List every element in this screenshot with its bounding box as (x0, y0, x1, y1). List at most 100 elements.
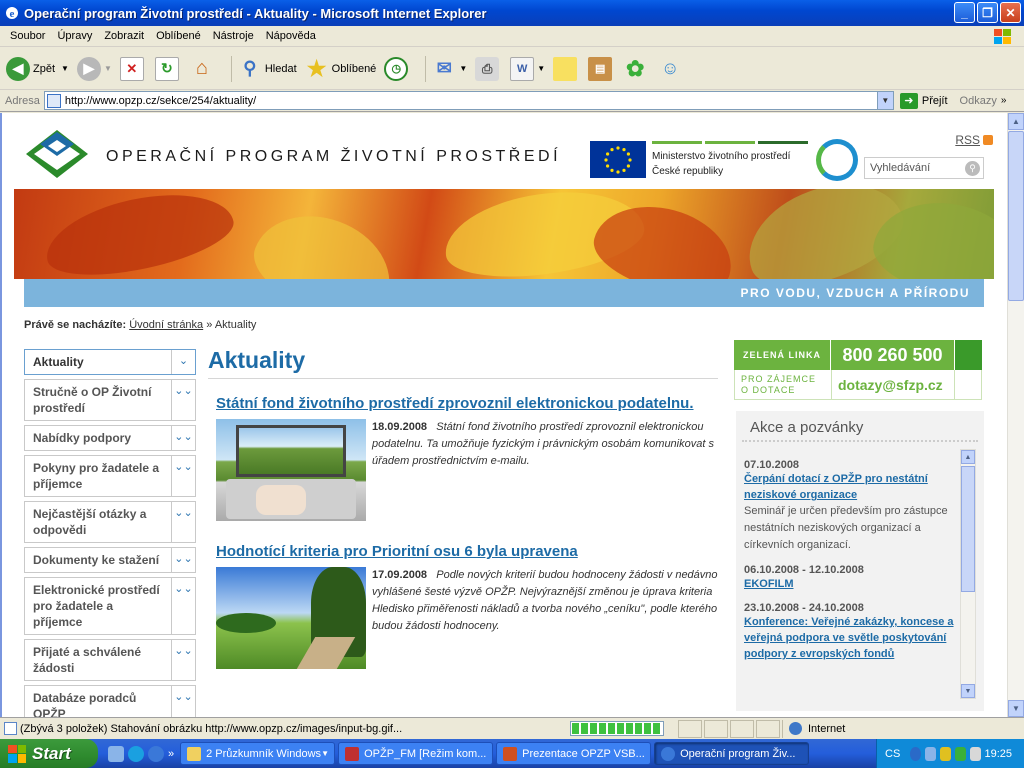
task-label: Operační program Živ... (680, 747, 796, 760)
ie-icon[interactable] (148, 745, 164, 762)
event-date: 07.10.2008 (744, 459, 800, 471)
event-title-link[interactable]: EKOFILM (744, 576, 956, 592)
nav-item-elektronicke[interactable]: Elektronické prostředí pro žadatele a př… (24, 577, 196, 635)
menu-file[interactable]: Soubor (4, 30, 51, 42)
hotline-label: ZELENÁ LINKA (734, 340, 830, 370)
menu-edit[interactable]: Úpravy (51, 30, 98, 42)
events-scrollbar[interactable]: ▲ ▼ (960, 449, 976, 699)
start-button[interactable]: Start (0, 739, 98, 768)
site-search-input[interactable]: Vyhledávání ⚲ (864, 157, 984, 179)
event-title-link[interactable]: Čerpání dotací z OPŽP pro nestátní nezis… (744, 471, 956, 503)
nav-item-nabidky[interactable]: Nabídky podpory ⌄⌄ (24, 425, 196, 451)
taskbar-item-opzp-fm[interactable]: OPŽP_FM [Režim kom... (338, 742, 494, 765)
favorites-label: Oblíbené (331, 62, 377, 75)
globe-icon (789, 722, 802, 735)
slogan-bar: PRO VODU, VZDUCH A PŘÍRODU (24, 279, 984, 307)
stop-button[interactable]: ✕ (119, 56, 147, 81)
taskbar-item-presentation[interactable]: Prezentace OPZP VSB... (496, 742, 652, 765)
page-icon (4, 722, 17, 735)
forward-button[interactable]: ▶ ▼ (76, 56, 112, 81)
messenger-button[interactable]: ☺ (658, 57, 685, 81)
hotline-for-line2: O DOTACE (741, 385, 796, 395)
chevrons-icon[interactable]: » (1001, 95, 1007, 106)
icq-button[interactable]: ✿ (623, 56, 650, 81)
tray-arrow-icon[interactable] (910, 746, 922, 761)
hotline-for: PRO ZÁJEMCE O DOTACE (735, 370, 831, 399)
nav-item-dokumenty[interactable]: Dokumenty ke stažení ⌄⌄ (24, 547, 196, 573)
back-button[interactable]: ◀ Zpět ▼ (6, 56, 69, 81)
status-bar: (Zbývá 3 položek) Stahování obrázku http… (0, 717, 1024, 739)
news-title-link[interactable]: Státní fond životního prostředí zprovozn… (216, 393, 718, 415)
scroll-down-icon[interactable]: ▼ (961, 684, 975, 698)
scroll-thumb[interactable] (961, 466, 975, 592)
nav-item-pokyny[interactable]: Pokyny pro žadatele a příjemce ⌄⌄ (24, 455, 196, 497)
nav-item-label: Pokyny pro žadatele a příjemce (33, 461, 160, 491)
network-icon[interactable] (925, 746, 936, 761)
scroll-down-icon[interactable]: ▼ (1008, 700, 1024, 717)
menu-bar: Soubor Úpravy Zobrazit Oblíbené Nástroje… (0, 26, 1024, 47)
scroll-up-icon[interactable]: ▲ (1008, 113, 1024, 130)
antivirus-icon[interactable] (939, 746, 951, 761)
chevron-down-icon: ▼ (103, 64, 112, 73)
word-icon: W (510, 56, 535, 81)
page-scrollbar[interactable]: ▲ ▼ (1007, 113, 1024, 717)
nav-item-label: Elektronické prostředí pro žadatele a př… (33, 583, 160, 629)
address-input[interactable]: http://www.opzp.cz/sekce/254/aktuality/ … (43, 91, 894, 110)
print-button[interactable]: ⎙ (475, 56, 502, 81)
favorites-button[interactable]: ★ Oblíbené (305, 56, 377, 81)
volume-icon[interactable] (969, 746, 981, 761)
laptop-cows-image[interactable] (216, 419, 366, 521)
desktop-icon[interactable] (108, 745, 124, 762)
scroll-up-icon[interactable]: ▲ (961, 450, 975, 464)
svg-text:e: e (10, 8, 15, 20)
address-url: http://www.opzp.cz/sekce/254/aktuality/ (64, 94, 257, 107)
meadow-image[interactable] (216, 567, 366, 669)
double-chevron-icon: ⌄⌄ (171, 426, 195, 450)
event-title-link[interactable]: Konference: Veřejné zakázky, koncese a v… (744, 614, 956, 662)
nav-item-databaze[interactable]: Databáze poradců OPŽP ⌄⌄ (24, 685, 196, 717)
links-button[interactable]: Odkazy (960, 95, 997, 107)
nav-item-strucne[interactable]: Stručně o OP Životní prostředí ⌄⌄ (24, 379, 196, 421)
page-title: Aktuality (208, 347, 718, 379)
double-chevron-icon: ⌄⌄ (171, 502, 195, 542)
close-button[interactable]: ✕ (1000, 2, 1021, 23)
rss-link[interactable]: RSS (955, 133, 993, 147)
go-button[interactable]: ➜ Přejít (899, 92, 948, 109)
chevron-down-icon: ▼ (459, 64, 468, 73)
language-indicator[interactable]: CS (885, 748, 900, 760)
double-chevron-icon: ⌄⌄ (171, 578, 195, 634)
chevrons-icon[interactable]: » (168, 748, 174, 760)
ministry-line2: České republiky (652, 166, 724, 177)
taskbar-item-explorer[interactable]: 2 Průzkumník Windows ▼ (180, 742, 336, 765)
news-title-link[interactable]: Hodnotící kriteria pro Prioritní osu 6 b… (216, 541, 718, 563)
notes-button[interactable] (553, 56, 580, 81)
nav-item-prijate[interactable]: Přijaté a schválené žádosti ⌄⌄ (24, 639, 196, 681)
event-date: 23.10.2008 - 24.10.2008 (744, 602, 864, 614)
nav-item-aktuality[interactable]: Aktuality ⌄ (24, 349, 196, 375)
skype-icon[interactable] (128, 745, 144, 762)
hotline-email-link[interactable]: dotazy@sfzp.cz (831, 370, 955, 399)
breadcrumb-home-link[interactable]: Úvodní stránka (129, 319, 203, 331)
maximize-button[interactable]: ❐ (977, 2, 998, 23)
research-button[interactable]: ▤ (588, 56, 615, 81)
scroll-thumb[interactable] (1008, 131, 1024, 301)
nav-item-otazky[interactable]: Nejčastější otázky a odpovědi ⌄⌄ (24, 501, 196, 543)
refresh-button[interactable]: ↻ (154, 56, 182, 81)
menu-help[interactable]: Nápověda (260, 30, 322, 42)
minimize-button[interactable]: _ (954, 2, 975, 23)
taskbar-item-ie[interactable]: Operační program Živ... (654, 742, 810, 765)
menu-tools[interactable]: Nástroje (207, 30, 260, 42)
search-button[interactable]: ⚲ Hledat (238, 57, 296, 81)
search-icon[interactable]: ⚲ (965, 161, 980, 176)
back-arrow-icon: ◀ (6, 56, 30, 81)
mail-button[interactable]: ✉ ▼ (432, 57, 467, 81)
menu-favorites[interactable]: Oblíbené (150, 30, 207, 42)
chevron-down-icon[interactable]: ▼ (876, 92, 893, 109)
page-viewport: OPERAČNÍ PROGRAM ŽIVOTNÍ PROSTŘEDÍ Minis… (0, 113, 1007, 717)
nav-item-label: Aktuality (33, 355, 84, 369)
home-button[interactable]: ⌂ (190, 57, 217, 81)
shield-icon[interactable] (954, 746, 966, 761)
history-button[interactable]: ◷ (384, 56, 411, 81)
menu-view[interactable]: Zobrazit (98, 30, 150, 42)
edit-button[interactable]: W ▼ (510, 56, 545, 81)
